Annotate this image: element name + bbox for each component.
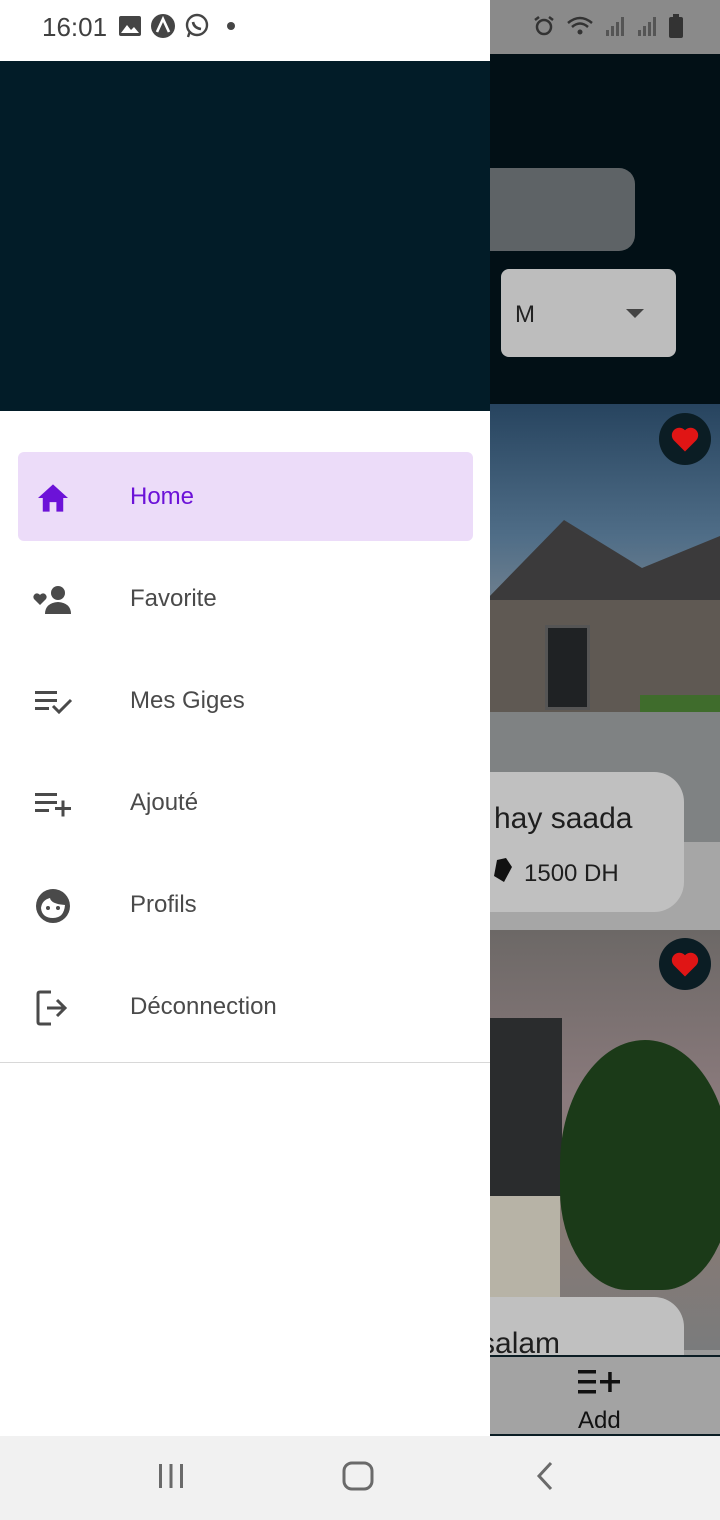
app-icon xyxy=(151,14,175,38)
wifi-icon xyxy=(567,16,593,35)
status-time: 16:01 xyxy=(42,12,108,42)
home-icon xyxy=(33,478,73,518)
active-highlight xyxy=(18,452,473,541)
listing-price: 1500 DH xyxy=(524,860,619,887)
image-icon xyxy=(119,16,141,36)
notification-icons xyxy=(118,13,238,39)
heart-icon xyxy=(671,952,699,977)
menu-item-ajoute[interactable]: Ajouté xyxy=(0,758,490,860)
drawer-menu: Home Favorite Mes Giges Ajouté Profils D… xyxy=(0,452,490,1064)
face-icon xyxy=(33,886,73,926)
home-button[interactable] xyxy=(341,1460,375,1492)
menu-item-label: Mes Giges xyxy=(130,687,245,714)
house-door xyxy=(545,625,590,710)
playlist-add-icon xyxy=(33,784,73,824)
signal-icon xyxy=(638,17,656,36)
chevron-down-icon xyxy=(626,309,644,318)
person-heart-icon xyxy=(33,580,73,620)
battery-icon xyxy=(669,14,683,38)
dot-icon xyxy=(227,22,235,30)
logout-icon xyxy=(33,988,73,1028)
signal-icon xyxy=(606,17,624,36)
back-button[interactable] xyxy=(532,1460,558,1492)
whatsapp-icon xyxy=(185,13,209,38)
menu-item-label: Home xyxy=(130,483,195,510)
playlist-check-icon xyxy=(33,682,73,722)
system-icons xyxy=(532,14,684,38)
menu-item-label: Favorite xyxy=(130,585,217,612)
recent-apps-button[interactable] xyxy=(156,1460,186,1492)
menu-item-label: Déconnection xyxy=(130,993,277,1020)
filter-dropdown[interactable]: M xyxy=(501,269,676,357)
divider xyxy=(0,1062,490,1063)
dropdown-value: M xyxy=(515,301,535,328)
favorite-button[interactable] xyxy=(659,413,711,465)
playlist-add-icon xyxy=(578,1370,620,1394)
add-tab-label[interactable]: Add xyxy=(578,1407,621,1435)
menu-item-deconnection[interactable]: Déconnection xyxy=(0,962,490,1064)
price-tag-icon xyxy=(494,858,512,882)
menu-item-mes-giges[interactable]: Mes Giges xyxy=(0,656,490,758)
tree xyxy=(560,1040,720,1290)
drawer-header xyxy=(0,61,490,411)
menu-item-label: Ajouté xyxy=(130,789,199,816)
system-nav-bar xyxy=(0,1436,720,1520)
status-bar: 16:01 xyxy=(0,0,490,61)
heart-icon xyxy=(671,427,699,452)
menu-item-label: Profils xyxy=(130,891,197,918)
menu-item-home[interactable]: Home xyxy=(0,452,490,554)
menu-item-profils[interactable]: Profils xyxy=(0,860,490,962)
alarm-icon xyxy=(534,16,554,36)
favorite-button[interactable] xyxy=(659,938,711,990)
navigation-drawer: 16:01 Home Favorite Mes Giges Ajouté Pro… xyxy=(0,0,490,1436)
listing-title: hay saada xyxy=(494,802,633,835)
menu-item-favorite[interactable]: Favorite xyxy=(0,554,490,656)
